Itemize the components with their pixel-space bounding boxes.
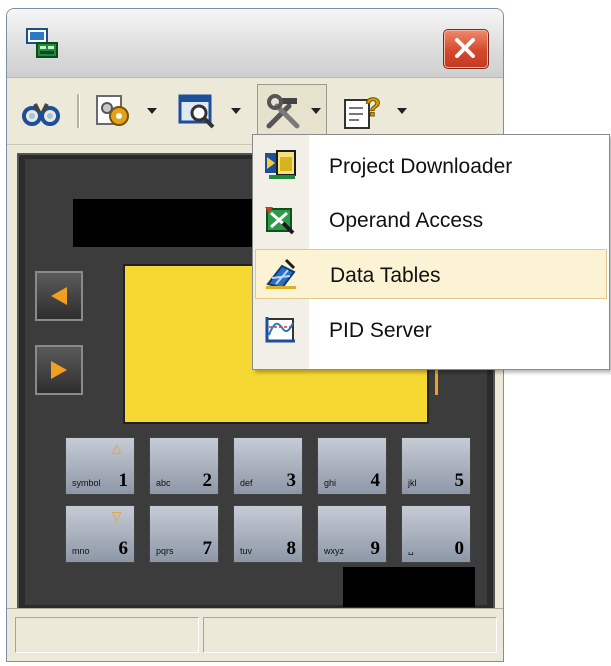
right-arrow-key[interactable] xyxy=(35,345,83,395)
help-document-icon[interactable]: ? xyxy=(341,92,387,130)
hammer-wrench-icon[interactable] xyxy=(263,92,305,130)
pid-server-icon xyxy=(265,317,295,343)
chevron-down-icon[interactable] xyxy=(147,108,157,114)
up-triangle-icon: △ xyxy=(112,441,122,455)
status-pane-left xyxy=(15,617,199,653)
key-letters: ␣ xyxy=(408,545,414,555)
tools-dropdown-menu: Project Downloader Operand Access Data T… xyxy=(252,134,610,370)
redacted-logo xyxy=(343,567,475,607)
down-triangle-icon: ▽ xyxy=(112,509,122,523)
key-digit: 8 xyxy=(286,538,297,559)
data-tables-icon xyxy=(266,258,296,290)
key-digit: 3 xyxy=(286,470,297,491)
key-digit: 0 xyxy=(454,538,465,559)
left-arrow-key[interactable] xyxy=(35,271,83,321)
key-digit: 7 xyxy=(202,538,213,559)
key-digit: 2 xyxy=(202,470,213,491)
key-2[interactable]: abc 2 xyxy=(149,437,219,495)
key-8[interactable]: tuv 8 xyxy=(233,505,303,563)
app-icon xyxy=(26,28,58,58)
key-digit: 6 xyxy=(118,538,129,559)
menu-item-pid-server[interactable]: PID Server xyxy=(255,305,607,355)
key-letters: symbol xyxy=(72,478,101,488)
operand-access-icon xyxy=(265,207,295,235)
key-0[interactable]: ␣ 0 xyxy=(401,505,471,563)
key-letters: wxyz xyxy=(324,546,344,556)
key-4[interactable]: ghi 4 xyxy=(317,437,387,495)
menu-item-label: Project Downloader xyxy=(329,155,513,178)
key-digit: 1 xyxy=(118,470,129,491)
svg-text:?: ? xyxy=(365,92,381,122)
chevron-down-icon[interactable] xyxy=(311,108,321,114)
title-bar[interactable] xyxy=(7,9,503,78)
redacted-label xyxy=(73,199,253,247)
key-letters: ghi xyxy=(324,478,337,488)
key-6[interactable]: ▽ mno 6 xyxy=(65,505,135,563)
menu-item-operand-access[interactable]: Operand Access xyxy=(255,195,607,245)
key-letters: def xyxy=(240,478,253,488)
chevron-down-icon[interactable] xyxy=(231,108,241,114)
key-1[interactable]: △ symbol 1 xyxy=(65,437,135,495)
close-button[interactable] xyxy=(443,29,489,69)
key-letters: tuv xyxy=(240,546,253,556)
key-digit: 5 xyxy=(454,470,465,491)
close-icon xyxy=(455,38,475,58)
key-digit: 4 xyxy=(370,470,381,491)
menu-item-data-tables[interactable]: Data Tables xyxy=(255,249,607,299)
magnifier-window-icon[interactable] xyxy=(177,92,221,130)
chevron-down-icon[interactable] xyxy=(397,108,407,114)
arrow-left-icon xyxy=(51,287,67,305)
key-5[interactable]: jkl 5 xyxy=(401,437,471,495)
key-9[interactable]: wxyz 9 xyxy=(317,505,387,563)
arrow-right-icon xyxy=(51,361,67,379)
status-pane-right xyxy=(203,617,497,653)
key-digit: 9 xyxy=(370,538,381,559)
toolbar-separator xyxy=(77,94,80,128)
key-letters: pqrs xyxy=(156,546,174,556)
gear-tools-icon[interactable] xyxy=(93,92,137,130)
menu-item-label: Data Tables xyxy=(330,264,441,287)
key-7[interactable]: pqrs 7 xyxy=(149,505,219,563)
menu-item-label: Operand Access xyxy=(329,209,484,232)
binoculars-icon[interactable] xyxy=(21,92,63,130)
key-letters: abc xyxy=(156,478,171,488)
key-3[interactable]: def 3 xyxy=(233,437,303,495)
key-letters: jkl xyxy=(408,478,417,488)
menu-item-project-downloader[interactable]: Project Downloader xyxy=(255,141,607,191)
key-letters: mno xyxy=(72,546,90,556)
status-bar xyxy=(7,608,503,661)
project-downloader-icon xyxy=(265,150,296,179)
menu-item-label: PID Server xyxy=(329,319,432,342)
